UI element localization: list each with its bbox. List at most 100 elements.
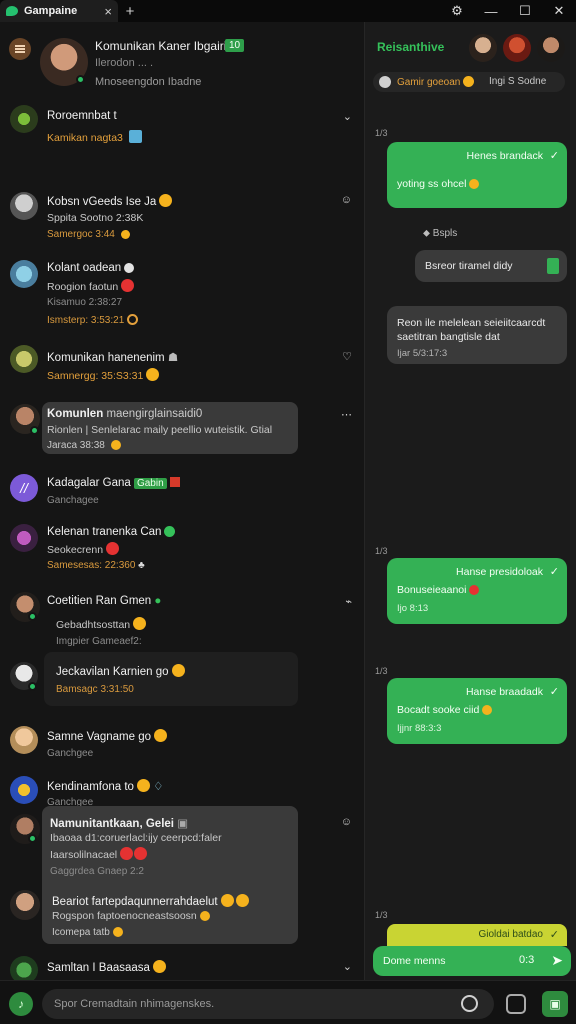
chat-item-selected[interactable]: Komunlen maengirglainsaidi0 Rionlen | Se… xyxy=(0,394,364,460)
wink-emoji-icon xyxy=(235,894,249,907)
tab-close-icon[interactable]: × xyxy=(104,4,112,19)
read-check-icon: ✓ xyxy=(549,150,559,162)
message-input[interactable] xyxy=(42,989,452,1019)
flag-icon xyxy=(169,477,180,487)
online-status-icon xyxy=(28,682,37,691)
message-bubble-out[interactable]: Hanse braadadk ✓ Bocadt sooke ciid Ijjnr… xyxy=(387,678,567,744)
message-text: Reon ile melelean seieiitcaarcdt saetitr… xyxy=(397,317,546,343)
pinned-message[interactable]: Gamir goeoan Ingi S Sodne xyxy=(373,72,565,92)
smile-emoji-icon xyxy=(146,368,160,381)
message-bubble-in[interactable]: Reon ile melelean seieiitcaarcdt saetitr… xyxy=(387,306,567,364)
emoji-icon xyxy=(120,230,130,239)
chat-time: Ismsterp: 3:53:21 xyxy=(47,314,139,326)
mute-icon[interactable]: ☺ xyxy=(341,194,352,206)
chat-preview: Sppita Sootno 2:38K xyxy=(47,212,144,224)
message-header: Hanse braadadk xyxy=(465,686,543,698)
chat-item[interactable]: Kobsn vGeeds Ise Ja Sppita Sootno 2:38K … xyxy=(0,172,364,242)
participant-avatar[interactable] xyxy=(503,34,531,62)
conversation-pane: Reisanthive Gamir goeoan Ingi S Sodne 1/… xyxy=(364,22,576,980)
chevron-down-icon[interactable]: ⌄ xyxy=(343,960,352,973)
maximize-icon[interactable]: ☐ xyxy=(508,3,542,19)
chat-avatar xyxy=(10,260,38,288)
browser-tab[interactable]: Gampaine × xyxy=(0,0,118,22)
chat-time: Gaggrdea Gnaep 2:2 xyxy=(50,866,144,877)
chat-item[interactable]: Jeckavilan Karnien go Bamsagc 3:31:50 xyxy=(0,652,364,708)
composer-bar: ♪ ▣ xyxy=(0,980,576,1024)
minimize-icon[interactable]: — xyxy=(474,4,508,19)
app-logo-icon xyxy=(6,6,18,16)
chat-time: Bamsagc 3:31:50 xyxy=(56,684,134,695)
message-header: Hanse presidoloak xyxy=(456,566,543,578)
pin-icon[interactable]: ⌁ xyxy=(345,595,352,608)
attach-icon[interactable] xyxy=(506,994,526,1014)
chat-item[interactable]: Roroemnbat t Kamikan nagta3 ⌄ xyxy=(0,102,364,162)
message-bubble-in[interactable]: Bsreor tiramel didy xyxy=(415,250,567,282)
image-icon: ▣ xyxy=(549,997,561,1011)
image-icon: ▣ xyxy=(177,818,189,830)
heart-emoji-icon xyxy=(120,847,134,860)
message-timestamp: 1/3 xyxy=(375,546,388,556)
pin-icon xyxy=(379,76,391,88)
chat-avatar xyxy=(10,345,38,373)
voice-button[interactable]: ♪ xyxy=(9,992,33,1016)
mute-icon[interactable]: ☺ xyxy=(341,816,352,828)
chat-time: Samesesas: 22:360 ♣ xyxy=(47,560,145,571)
chat-preview: Rionlen | Senlelarac maily peellio wutei… xyxy=(47,424,273,436)
heart-icon[interactable]: ♡ xyxy=(342,350,352,363)
message-bubble-out[interactable]: Gioldai batdao ✓ xyxy=(387,924,567,946)
extension-icon[interactable]: ⚙ xyxy=(440,3,474,19)
chat-item[interactable]: // Kadagalar Gana Gabin Ganchagee xyxy=(0,464,364,514)
message-bubble-out[interactable]: Henes brandack ✓ yoting ss ohcel xyxy=(387,142,567,208)
more-options-icon[interactable]: ⋯ xyxy=(341,408,352,421)
chat-item[interactable]: Samne Vagname go Ganchgee xyxy=(0,720,364,770)
chat-preview: Ganchagee xyxy=(47,495,99,506)
message-bubble-out[interactable]: Hanse presidoloak ✓ Bonuseieaanoi Ijo 8:… xyxy=(387,558,567,624)
chat-item[interactable]: Samltan I Baasaasa ⌄ xyxy=(0,950,364,984)
pinned-sub: Ingi S Sodne xyxy=(489,76,547,87)
verified-icon xyxy=(164,526,176,537)
smile-emoji-icon xyxy=(133,617,147,630)
participant-avatar[interactable] xyxy=(537,34,565,62)
smile-emoji-icon xyxy=(220,894,234,907)
chat-name: Jeckavilan Karnien go xyxy=(56,664,185,678)
emoji-icon xyxy=(469,179,480,189)
reply-input[interactable]: Dome menns 0:3 ➤ xyxy=(373,946,571,976)
microphone-icon: ♪ xyxy=(18,997,24,1011)
chat-name: Roroemnbat t xyxy=(47,110,117,122)
chevron-down-icon[interactable]: ⌄ xyxy=(343,110,352,123)
smile-emoji-icon xyxy=(152,960,166,973)
chat-item[interactable]: Kelenan tranenka Can Seokecrenn Samesesa… xyxy=(0,518,364,582)
angry-emoji-icon xyxy=(121,279,135,292)
close-window-icon[interactable]: ✕ xyxy=(542,3,576,19)
chat-avatar xyxy=(10,776,38,804)
profile-header: Komunikan Kaner Ibgairi 10 Ilerodon ... … xyxy=(0,22,364,100)
message-header: Gioldai batdao xyxy=(478,929,544,940)
image-icon xyxy=(128,130,142,143)
emoji-icon xyxy=(112,927,123,937)
chat-item[interactable]: Namunitantkaan, Gelei ▣ Ibaoaa d1:coruer… xyxy=(0,806,364,946)
online-status-icon xyxy=(28,612,37,621)
chat-item[interactable]: Kolant oadean Roogion faotun Kisamuo 2:3… xyxy=(0,248,364,332)
emoji-icon xyxy=(124,263,135,273)
chat-item[interactable]: Komunikan hanenenim ☗ Samnergg: 35:S3:31… xyxy=(0,340,364,390)
new-tab-icon[interactable]: + xyxy=(118,3,142,20)
chat-item[interactable]: Kendinamfona to ♢ Ganchgee xyxy=(0,770,364,808)
participant-avatar[interactable] xyxy=(469,34,497,62)
chat-name: Komunikan hanenenim ☗ xyxy=(47,352,179,364)
profile-status: Mnoseengdon Ibadne xyxy=(95,76,202,88)
chat-card xyxy=(44,652,298,706)
tab-title: Gampaine xyxy=(24,5,78,17)
message-timestamp: 1/3 xyxy=(375,128,388,138)
status-badge: 10 xyxy=(225,39,245,52)
emoji-icon[interactable] xyxy=(461,995,478,1012)
chat-item[interactable]: Coetitien Ran Gmen ● Gebadhtsosttan Imgp… xyxy=(0,586,364,652)
chat-name: Kobsn vGeeds Ise Ja xyxy=(47,194,173,208)
reply-emoji: 0:3 xyxy=(519,954,535,966)
menu-button[interactable] xyxy=(9,38,31,60)
send-icon[interactable]: ➤ xyxy=(551,952,563,969)
chat-name: Kolant oadean xyxy=(47,262,135,274)
chat-preview: Roogion faotun xyxy=(47,279,135,293)
send-button[interactable]: ▣ xyxy=(542,991,568,1017)
online-status-icon xyxy=(30,426,39,435)
chat-name: Samne Vagname go xyxy=(47,729,167,743)
